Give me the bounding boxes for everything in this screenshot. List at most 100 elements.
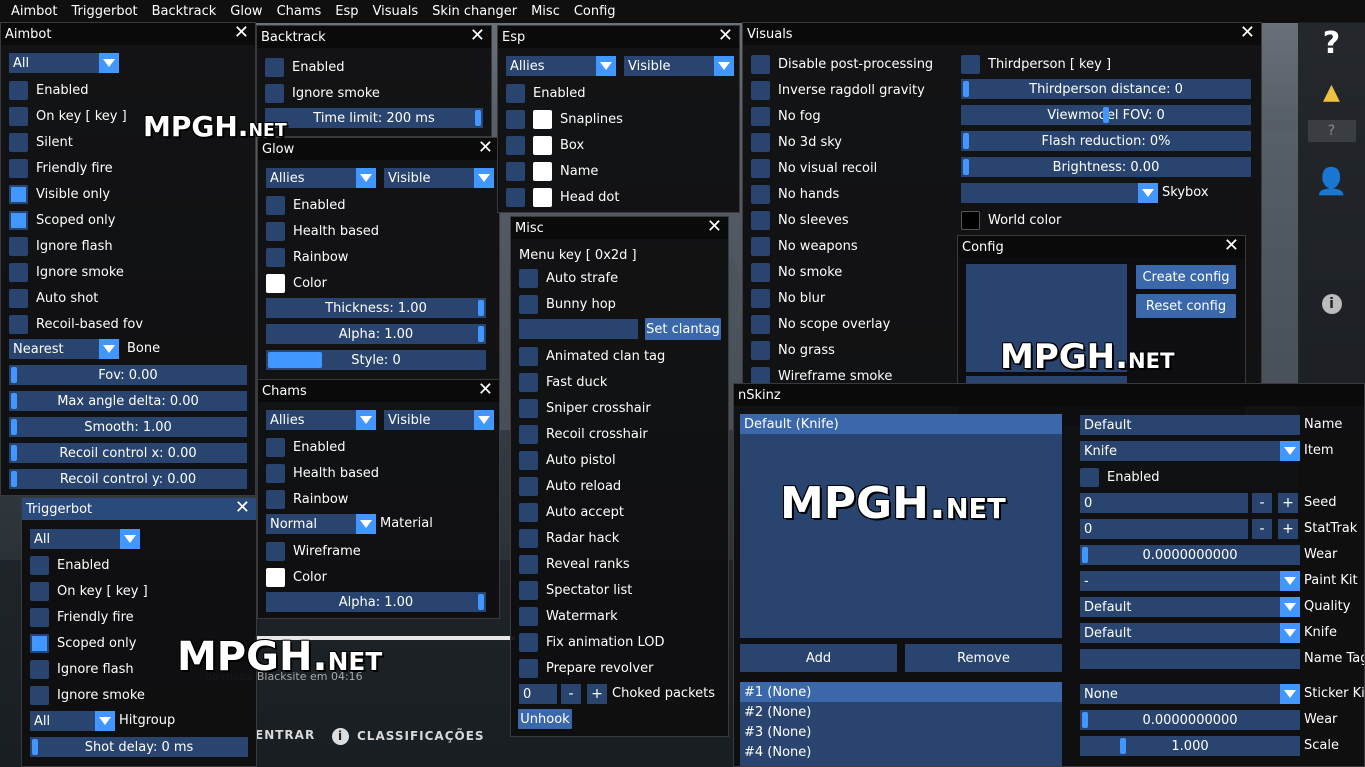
flash-reduction-slider[interactable]: Flash reduction: 0% [961, 131, 1251, 151]
checkbox-no-weapons[interactable]: No weapons [751, 235, 858, 257]
close-icon[interactable]: ✕ [1224, 237, 1239, 255]
menu-esp[interactable]: Esp [328, 4, 365, 19]
menu-skin-changer[interactable]: Skin changer [425, 4, 524, 19]
viewmodel-fov-slider[interactable]: Viewmodel FOV: 0 [961, 105, 1251, 125]
scale-slider[interactable]: 1.000 [1080, 736, 1300, 756]
checkbox-enabled[interactable]: Enabled [30, 554, 110, 576]
menu-glow[interactable]: Glow [223, 4, 269, 19]
checkbox-rainbow[interactable]: Rainbow [266, 246, 348, 268]
checkbox-scoped-only[interactable]: Scoped only [30, 632, 137, 654]
checkbox-fix-animation-lod[interactable]: Fix animation LOD [519, 631, 664, 653]
alpha-slider[interactable]: Alpha: 1.00 [266, 592, 486, 612]
checkbox-wireframe-smoke[interactable]: Wireframe smoke [751, 365, 892, 383]
window-title[interactable]: Backtrack [257, 26, 491, 48]
checkbox-no-grass[interactable]: No grass [751, 339, 835, 361]
checkbox-thirdperson[interactable]: Thirdperson [ key ] [961, 53, 1111, 75]
window-title[interactable]: Config [958, 236, 1245, 258]
color-picker[interactable]: Color [266, 272, 327, 294]
chams-visibility-combo[interactable]: Visible [384, 410, 494, 430]
chams-team-combo[interactable]: Allies [266, 410, 376, 430]
checkbox-recoil-crosshair[interactable]: Recoil crosshair [519, 423, 648, 445]
close-icon[interactable]: ✕ [470, 27, 485, 45]
close-icon[interactable]: ✕ [478, 381, 493, 399]
window-title[interactable]: Aimbot [1, 23, 255, 45]
menu-chams[interactable]: Chams [270, 4, 329, 19]
add-button[interactable]: Add [740, 644, 897, 672]
aimbot-slider-1[interactable]: Max angle delta: 0.00 [9, 391, 247, 411]
checkbox-ignore-flash[interactable]: Ignore flash [9, 235, 113, 257]
checkbox-reveal-ranks[interactable]: Reveal ranks [519, 553, 630, 575]
reset-config-button[interactable]: Reset config [1136, 294, 1236, 318]
checkbox-enabled[interactable]: Enabled [266, 436, 346, 458]
trigger-mode-combo[interactable]: All [30, 529, 140, 549]
menu-aimbot[interactable]: Aimbot [4, 4, 64, 19]
checkbox-enabled[interactable]: Enabled [9, 79, 89, 101]
checkbox-auto-accept[interactable]: Auto accept [519, 501, 624, 523]
sticker-list[interactable]: #1 (None) #2 (None) #3 (None) #4 (None) [740, 682, 1062, 766]
checkbox-animated-clan-tag[interactable]: Animated clan tag [519, 345, 665, 367]
checkbox-no-sleeves[interactable]: No sleeves [751, 209, 849, 231]
menu-triggerbot[interactable]: Triggerbot [64, 4, 144, 19]
brightness-slider[interactable]: Brightness: 0.00 [961, 157, 1251, 177]
aimbot-slider-3[interactable]: Recoil control x: 0.00 [9, 443, 247, 463]
seed-minus-button[interactable]: - [1252, 493, 1272, 513]
aimbot-slider-2[interactable]: Smooth: 1.00 [9, 417, 247, 437]
seed-plus-button[interactable]: + [1278, 493, 1298, 513]
checkbox-ignore-smoke[interactable]: Ignore smoke [265, 82, 380, 104]
checkbox-on-key-key[interactable]: On key [ key ] [9, 105, 127, 127]
checkbox-wireframe[interactable]: Wireframe [266, 540, 361, 562]
checkbox-enabled[interactable]: Enabled [1080, 466, 1160, 488]
stattrak-minus-button[interactable]: - [1252, 519, 1272, 539]
aimbot-slider-4[interactable]: Recoil control y: 0.00 [9, 469, 247, 489]
close-icon[interactable]: ✕ [707, 218, 722, 236]
paint-kit-combo[interactable]: - [1080, 571, 1300, 591]
checkbox-disable-post-processing[interactable]: Disable post-processing [751, 53, 933, 75]
checkbox-inverse-ragdoll-gravity[interactable]: Inverse ragdoll gravity [751, 79, 925, 101]
style-slider[interactable]: Style: 0 [266, 350, 486, 370]
checkbox-enabled[interactable]: Enabled [506, 82, 586, 104]
thickness-slider[interactable]: Thickness: 1.00 [266, 298, 486, 318]
quality-combo[interactable]: Default [1080, 597, 1300, 617]
list-item[interactable]: Default (Knife) [740, 414, 1062, 434]
window-title[interactable]: Visuals [743, 23, 1261, 45]
stattrak-input[interactable]: 0 [1080, 519, 1248, 539]
hitgroup-combo[interactable]: All [30, 711, 115, 731]
esp-team-combo[interactable]: Allies [506, 56, 616, 76]
checkbox-ignore-smoke[interactable]: Ignore smoke [30, 684, 145, 706]
checkbox-friendly-fire[interactable]: Friendly fire [30, 606, 134, 628]
checkbox-fast-duck[interactable]: Fast duck [519, 371, 607, 393]
aimbot-mode-combo[interactable]: All [9, 53, 119, 73]
checkbox-health-based[interactable]: Health based [266, 220, 379, 242]
aimbot-slider-0[interactable]: Fov: 0.00 [9, 365, 247, 385]
help-icon[interactable]: ? [1298, 26, 1365, 61]
checkbox-no-visual-recoil[interactable]: No visual recoil [751, 157, 877, 179]
chevron-up-icon[interactable]: ▲ [1298, 80, 1365, 105]
rankings-label[interactable]: i CLASSIFICAÇÕES [332, 728, 485, 745]
checkbox-silent[interactable]: Silent [9, 131, 73, 153]
checkbox-auto-pistol[interactable]: Auto pistol [519, 449, 616, 471]
checkbox-watermark[interactable]: Watermark [519, 605, 618, 627]
unhook-button[interactable]: Unhook [518, 709, 572, 729]
create-config-button[interactable]: Create config [1136, 265, 1236, 289]
esp-visibility-combo[interactable]: Visible [624, 56, 734, 76]
list-item[interactable]: #3 (None) [740, 722, 1062, 742]
material-combo[interactable]: Normal [266, 514, 376, 534]
set-clantag-button[interactable]: Set clantag [645, 318, 721, 340]
glow-visibility-combo[interactable]: Visible [384, 168, 494, 188]
choked-minus-button[interactable]: - [561, 684, 581, 704]
window-title[interactable]: Esp [498, 26, 739, 48]
thirdperson-distance-slider[interactable]: Thirdperson distance: 0 [961, 79, 1251, 99]
checkbox-no-fog[interactable]: No fog [751, 105, 821, 127]
alpha-slider[interactable]: Alpha: 1.00 [266, 324, 486, 344]
checkbox-auto-strafe[interactable]: Auto strafe [519, 267, 618, 289]
checkbox-auto-shot[interactable]: Auto shot [9, 287, 98, 309]
checkbox-no-blur[interactable]: No blur [751, 287, 825, 309]
close-icon[interactable]: ✕ [235, 499, 250, 517]
glow-team-combo[interactable]: Allies [266, 168, 376, 188]
list-item[interactable]: #2 (None) [740, 702, 1062, 722]
window-title[interactable]: Chams [258, 380, 499, 402]
skybox-combo[interactable] [961, 183, 1158, 203]
user-icon[interactable]: 👤 [1298, 167, 1365, 197]
window-title[interactable]: Glow [258, 138, 499, 160]
menu-misc[interactable]: Misc [524, 4, 567, 19]
